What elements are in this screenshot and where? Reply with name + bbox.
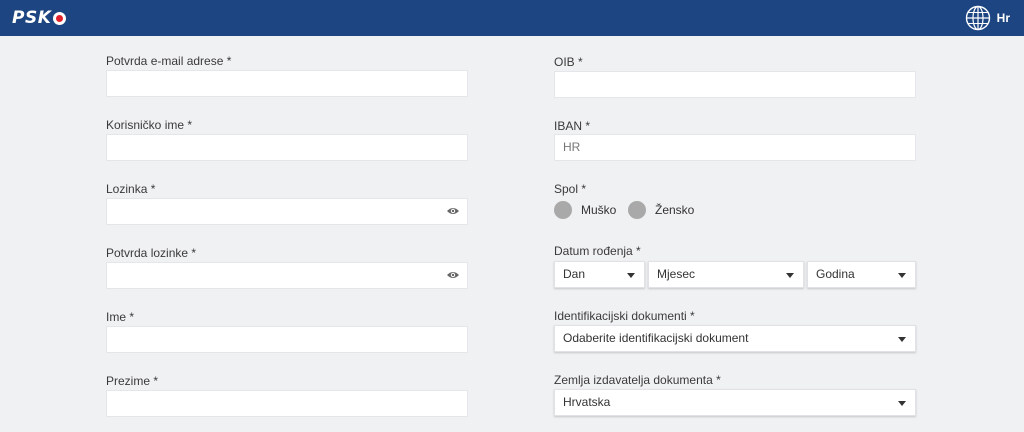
- birth-year-value: Godina: [816, 267, 855, 281]
- caret-down-icon: [786, 273, 794, 278]
- radio-button[interactable]: [628, 201, 646, 219]
- first-name-label: Ime *: [106, 310, 135, 324]
- password-confirm-input[interactable]: [106, 262, 468, 289]
- oib-input[interactable]: [554, 71, 916, 98]
- top-bar: PSK Hr: [0, 0, 1024, 36]
- gender-option-male[interactable]: Muško: [554, 201, 616, 219]
- globe-icon: [965, 5, 990, 31]
- birthdate-label: Datum rođenja *: [554, 244, 641, 258]
- password-confirm-label: Potvrda lozinke *: [106, 246, 197, 260]
- email-confirm-label: Potvrda e-mail adrese *: [106, 54, 232, 68]
- gender-label: Spol *: [554, 182, 587, 196]
- radio-button[interactable]: [554, 201, 572, 219]
- id-document-label: Identifikacijski dokumenti *: [554, 309, 695, 323]
- eye-icon[interactable]: [446, 206, 460, 216]
- birth-month-value: Mjesec: [657, 267, 696, 281]
- issuing-country-label: Zemlja izdavatelja dokumenta *: [554, 373, 721, 387]
- language-label: Hr: [996, 11, 1010, 25]
- username-label: Korisničko ime *: [106, 118, 193, 132]
- radio-label-female: Žensko: [655, 203, 695, 217]
- id-document-value: Odaberite identifikacijski dokument: [563, 331, 749, 345]
- first-name-input[interactable]: [106, 326, 468, 353]
- birth-year-select[interactable]: Godina: [807, 261, 916, 288]
- gender-option-female[interactable]: Žensko: [628, 201, 694, 219]
- language-switcher[interactable]: Hr: [965, 5, 1010, 31]
- birth-day-select[interactable]: Dan: [554, 261, 645, 288]
- logo-text: PSK: [12, 8, 52, 28]
- email-confirm-input[interactable]: [106, 70, 468, 97]
- oib-label: OIB *: [554, 55, 583, 69]
- caret-down-icon: [898, 273, 906, 278]
- id-document-select[interactable]: Odaberite identifikacijski dokument: [554, 325, 916, 352]
- password-input[interactable]: [106, 198, 468, 225]
- soccer-ball-icon: [53, 11, 67, 25]
- issuing-country-select[interactable]: Hrvatska: [554, 389, 916, 416]
- psk-logo[interactable]: PSK: [12, 8, 67, 28]
- caret-down-icon: [898, 401, 906, 406]
- birth-day-value: Dan: [563, 267, 586, 281]
- last-name-label: Prezime *: [106, 374, 159, 388]
- caret-down-icon: [627, 273, 635, 278]
- iban-label: IBAN *: [554, 119, 591, 133]
- caret-down-icon: [898, 337, 906, 342]
- iban-input[interactable]: HR: [554, 134, 916, 161]
- last-name-input[interactable]: [106, 390, 468, 417]
- birth-month-select[interactable]: Mjesec: [648, 261, 804, 288]
- radio-label-male: Muško: [581, 203, 617, 217]
- username-input[interactable]: [106, 134, 468, 161]
- password-label: Lozinka *: [106, 182, 156, 196]
- issuing-country-value: Hrvatska: [563, 395, 611, 409]
- eye-icon[interactable]: [446, 270, 460, 280]
